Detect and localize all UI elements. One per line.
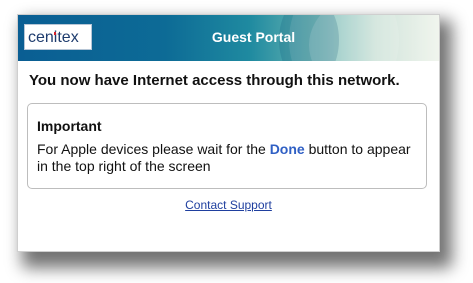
logo-text: cenitex bbox=[28, 29, 79, 46]
access-message: You now have Internet access through thi… bbox=[29, 72, 400, 89]
guest-portal-card: cenitex Guest Portal You now have Intern… bbox=[17, 14, 440, 252]
notice-title: Important bbox=[37, 118, 102, 134]
page-title: Guest Portal bbox=[211, 29, 296, 45]
contact-support-link[interactable]: Contact Support bbox=[18, 198, 439, 212]
notice-body: For Apple devices please wait for the Do… bbox=[37, 141, 417, 175]
notice-text: For Apple devices please wait for the bbox=[37, 141, 270, 157]
portal-header: cenitex Guest Portal bbox=[18, 15, 439, 61]
important-notice: Important For Apple devices please wait … bbox=[27, 103, 427, 189]
cenitex-logo-mark: cenitex bbox=[28, 29, 79, 46]
done-highlight: Done bbox=[269, 141, 305, 157]
cenitex-logo: cenitex bbox=[24, 24, 92, 50]
logo-accent bbox=[54, 32, 56, 35]
screen: cenitex Guest Portal You now have Intern… bbox=[0, 0, 473, 283]
